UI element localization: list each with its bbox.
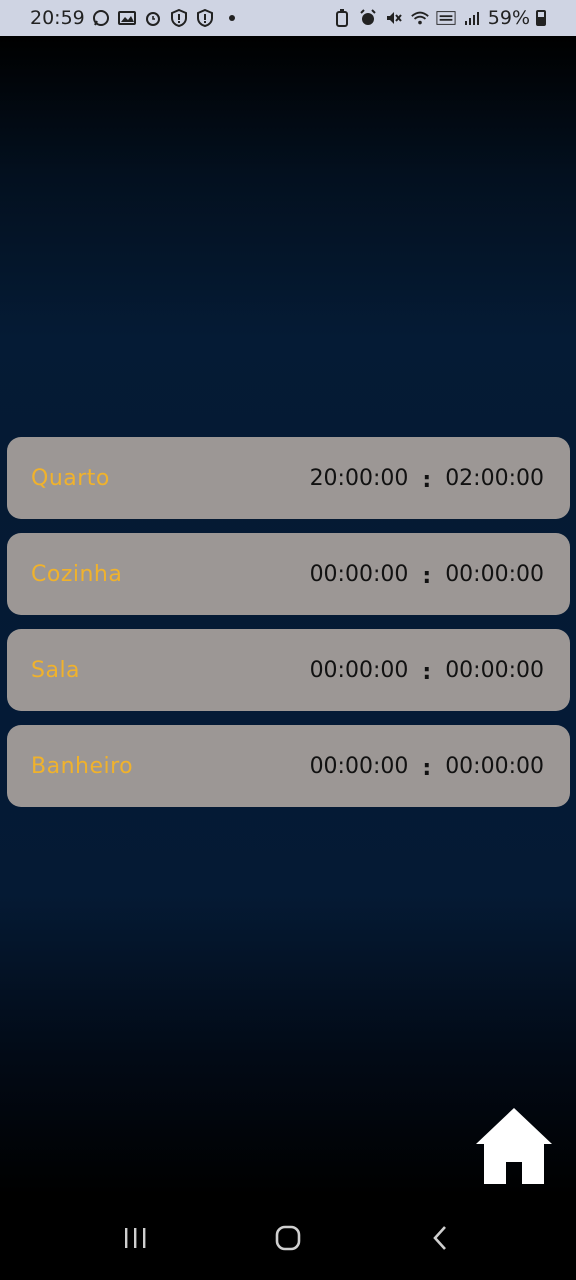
status-right: 59% (332, 7, 546, 29)
whatsapp-icon (91, 8, 111, 28)
end-time[interactable]: 00:00:00 (445, 754, 544, 779)
wifi-icon (410, 8, 430, 28)
time-separator: : (422, 467, 432, 493)
nav-bar (0, 1196, 576, 1280)
shield-alert-icon (195, 8, 215, 28)
notification-dot-icon (228, 15, 235, 21)
room-name: Cozinha (31, 561, 123, 587)
status-time: 20:59 (30, 7, 85, 29)
home-nav-button[interactable] (258, 1208, 318, 1268)
room-card-banheiro[interactable]: Banheiro 00:00:00 : 00:00:00 (7, 725, 570, 807)
status-bar: 20:59 59% (0, 0, 576, 36)
end-time[interactable]: 00:00:00 (445, 658, 544, 683)
time-separator: : (422, 659, 432, 685)
end-time[interactable]: 00:00:00 (445, 562, 544, 587)
end-time[interactable]: 02:00:00 (445, 466, 544, 491)
start-time[interactable]: 20:00:00 (310, 466, 409, 491)
battery-icon (536, 10, 546, 26)
back-icon (433, 1226, 446, 1250)
recent-apps-button[interactable] (106, 1208, 166, 1268)
alarm-icon (358, 8, 378, 28)
room-name: Quarto (31, 465, 110, 491)
alarm-icon (143, 8, 163, 28)
battery-saver-icon (332, 8, 352, 28)
shield-alert-icon (169, 8, 189, 28)
time-separator: : (422, 563, 432, 589)
room-times: 20:00:00 : 02:00:00 (310, 466, 544, 493)
home-nav-icon (275, 1225, 301, 1251)
room-times: 00:00:00 : 00:00:00 (310, 658, 544, 685)
status-left: 20:59 (30, 7, 235, 29)
room-name: Sala (31, 657, 81, 683)
volte-icon (436, 8, 456, 28)
recent-apps-icon (125, 1228, 146, 1248)
start-time[interactable]: 00:00:00 (310, 658, 409, 683)
room-card-sala[interactable]: Sala 00:00:00 : 00:00:00 (7, 629, 570, 711)
battery-percent: 59% (487, 7, 530, 29)
room-times: 00:00:00 : 00:00:00 (310, 754, 544, 781)
home-icon (476, 1108, 552, 1184)
room-times: 00:00:00 : 00:00:00 (310, 562, 544, 589)
back-button[interactable] (410, 1208, 470, 1268)
room-list: Quarto 20:00:00 : 02:00:00 Cozinha 00:00… (7, 437, 570, 807)
gallery-icon (117, 8, 137, 28)
mute-icon (384, 8, 404, 28)
time-separator: : (422, 755, 432, 781)
start-time[interactable]: 00:00:00 (310, 562, 409, 587)
room-card-quarto[interactable]: Quarto 20:00:00 : 02:00:00 (7, 437, 570, 519)
home-button[interactable] (476, 1108, 552, 1184)
start-time[interactable]: 00:00:00 (310, 754, 409, 779)
room-name: Banheiro (31, 753, 134, 779)
main-screen: Quarto 20:00:00 : 02:00:00 Cozinha 00:00… (0, 36, 576, 1196)
signal-icon (462, 8, 482, 28)
room-card-cozinha[interactable]: Cozinha 00:00:00 : 00:00:00 (7, 533, 570, 615)
